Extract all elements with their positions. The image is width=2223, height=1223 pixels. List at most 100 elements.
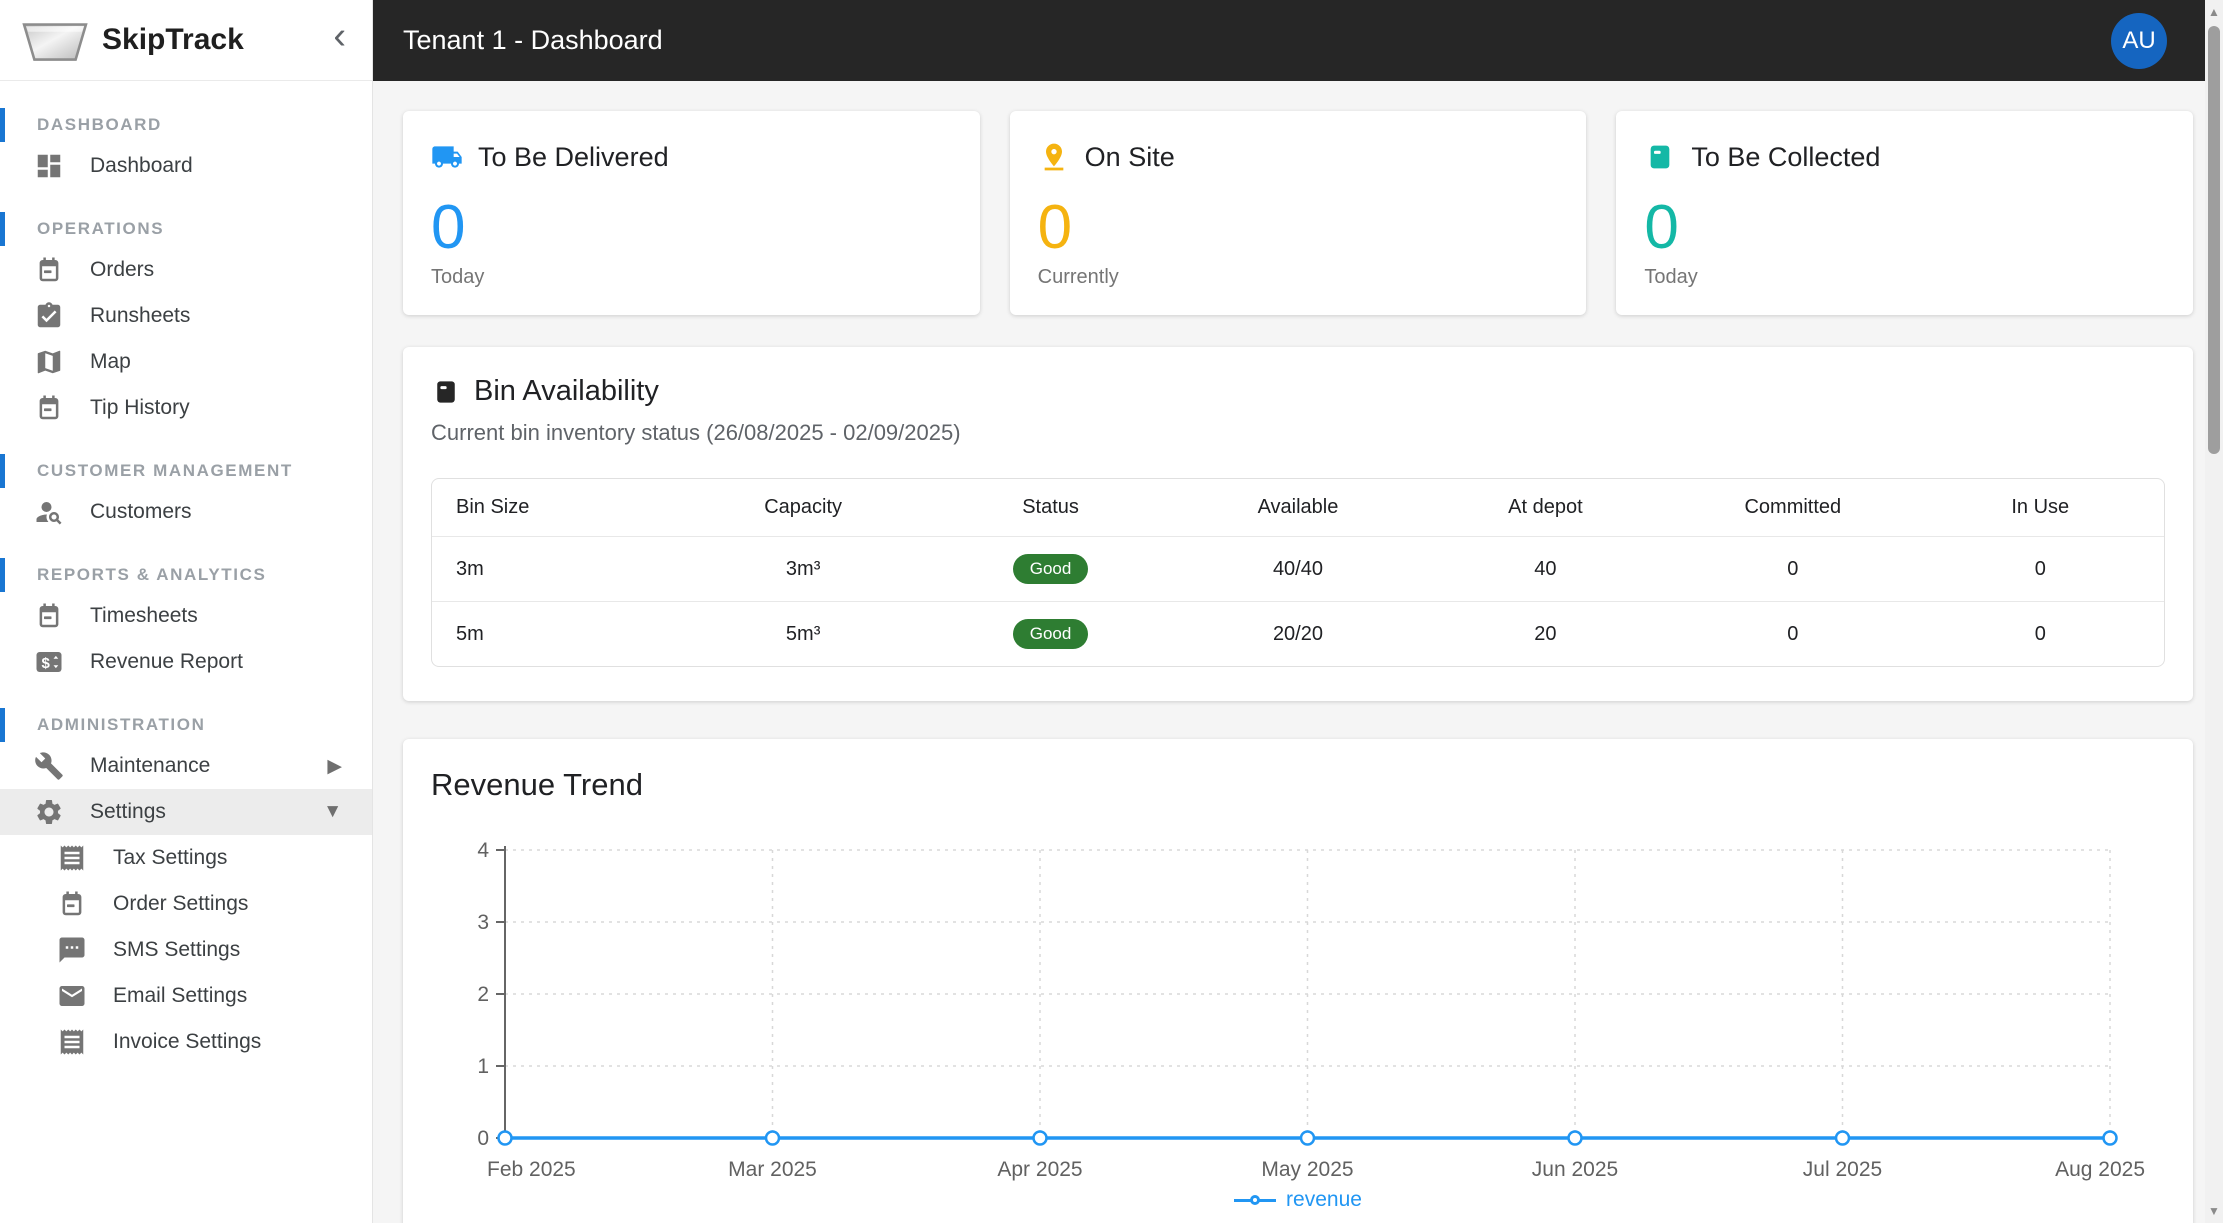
stat-card-on-site: On Site 0 Currently [1009,111,1587,315]
data-point [1567,1130,1583,1146]
sidebar-item-invoice-settings[interactable]: Invoice Settings [0,1019,372,1065]
dashboard-content: To Be Delivered 0 Today On Site 0 Currently To… [373,81,2223,1223]
sidebar-item-dashboard[interactable]: Dashboard [0,143,372,189]
sidebar-section-reports-analytics: REPORTS & ANALYTICS [0,557,372,593]
calendar-icon [34,393,64,423]
table-cell: 0 [2034,622,2046,645]
scrollbar-down-arrow-icon[interactable]: ▼ [2208,1199,2220,1223]
table-cell: 20/20 [1272,622,1323,645]
calendar-icon [34,601,64,631]
legend-revenue[interactable]: revenue [431,1188,2165,1212]
receipt-icon [57,1027,87,1057]
email-icon [57,981,87,1011]
status-badge: Good [1012,619,1089,649]
bin-icon [1644,141,1676,173]
scrollbar-thumb[interactable] [2208,26,2220,454]
sms-icon [57,935,87,965]
sidebar-item-label: Email Settings [113,984,248,1007]
table-row: 5m 5m³ Good 20/20 20 0 0 [432,601,2164,667]
sidebar-item-customers[interactable]: Customers [0,489,372,535]
table-cell: 40/40 [1272,557,1323,580]
receipt-icon [57,843,87,873]
sidebar-item-label: Timesheets [90,604,198,627]
table-cell: 3m [456,557,484,580]
sidebar-item-orders[interactable]: Orders [0,247,372,293]
table-cell: 3m³ [785,557,821,580]
y-tick-label: 2 [477,983,489,1006]
sidebar-item-tip-history[interactable]: Tip History [0,385,372,431]
x-tick-label: Mar 2025 [728,1158,817,1181]
sidebar-collapse-icon[interactable]: ‹ [333,17,346,59]
gear-icon [34,797,64,827]
sidebar-section-customer-management: CUSTOMER MANAGEMENT [0,453,372,489]
revenue-trend-title: Revenue Trend [431,767,643,802]
stat-card-to-be-delivered: To Be Delivered 0 Today [403,111,980,315]
scrollbar[interactable]: ▲ ▼ [2205,0,2223,1223]
sidebar-item-label: Settings [90,800,166,823]
sidebar-item-label: Dashboard [90,154,193,177]
main-area: Tenant 1 - Dashboard AU To Be Delivered 0… [373,0,2223,1223]
sidebar-item-revenue-report[interactable]: $ Revenue Report [0,639,372,685]
data-point [497,1130,513,1146]
column-header-in-use: In Use [2011,496,2070,518]
bin-availability-header: Bin Availability [431,375,2165,408]
sidebar-header: SkipTrack ‹ [0,0,372,81]
stat-card-to-be-collected: To Be Collected 0 Today [1616,111,2194,315]
sidebar-item-map[interactable]: Map [0,339,372,385]
x-tick-label: May 2025 [1261,1158,1353,1181]
y-tick-label: 0 [477,1127,489,1150]
sidebar-item-timesheets[interactable]: Timesheets [0,593,372,639]
pin-drop-icon [1038,141,1070,173]
column-header-available: Available [1257,496,1339,518]
sidebar-section-operations: OPERATIONS [0,211,372,247]
stat-card-title: To Be Delivered [478,141,669,172]
stat-card-value: 0 [1644,193,1679,262]
sidebar-item-runsheets[interactable]: Runsheets [0,293,372,339]
section-label: ADMINISTRATION [37,715,206,734]
task-icon [34,301,64,331]
sidebar-item-label: Maintenance [90,754,211,777]
stat-card-title: On Site [1084,141,1175,172]
price-icon: $ [34,647,64,677]
sidebar-item-label: Customers [90,500,192,523]
data-point [1032,1130,1048,1146]
section-label: OPERATIONS [37,219,165,238]
calendar-icon [34,255,64,285]
column-header-status: Status [1022,496,1079,518]
chevron-right-icon[interactable]: ▶ [327,755,342,778]
sidebar-item-label: Runsheets [90,304,191,327]
stat-card-caption: Today [431,266,485,288]
section-label: REPORTS & ANALYTICS [37,565,267,584]
map-icon [34,347,64,377]
sidebar-item-email-settings[interactable]: Email Settings [0,973,372,1019]
table-cell-status: Good [927,537,1174,602]
sidebar-item-sms-settings[interactable]: SMS Settings [0,927,372,973]
x-tick-label: Aug 2025 [2055,1158,2145,1181]
sidebar-item-tax-settings[interactable]: Tax Settings [0,835,372,881]
x-tick-label: Feb 2025 [487,1158,576,1181]
data-point [2102,1130,2118,1146]
table-cell: 5m³ [785,622,821,645]
bin-availability-card: Bin Availability Current bin inventory s… [403,347,2193,701]
sidebar-item-order-settings[interactable]: Order Settings [0,881,372,927]
calendar-icon [57,889,87,919]
y-tick-label: 4 [477,839,489,862]
sidebar-item-settings[interactable]: Settings ▼ [0,789,372,835]
data-point [764,1130,781,1146]
data-point [1834,1130,1851,1146]
sidebar-section-dashboard: DASHBOARD [0,107,372,143]
section-accent-bar [0,708,5,742]
scrollbar-up-arrow-icon[interactable]: ▲ [2208,0,2220,24]
bin-availability-subtitle: Current bin inventory status (26/08/2025… [431,420,961,445]
section-label: CUSTOMER MANAGEMENT [37,461,293,480]
user-avatar[interactable]: AU [2111,12,2167,69]
x-tick-label: Jul 2025 [1803,1158,1882,1181]
bin-availability-title: Bin Availability [474,375,659,407]
sidebar-item-maintenance[interactable]: Maintenance ▶ [0,743,372,789]
table-cell: 20 [1534,622,1557,645]
chevron-down-icon[interactable]: ▼ [323,801,342,823]
person-search-icon [34,497,64,527]
table-cell: 40 [1534,557,1557,580]
sidebar-item-label: Map [90,350,131,373]
status-badge: Good [1012,554,1089,584]
